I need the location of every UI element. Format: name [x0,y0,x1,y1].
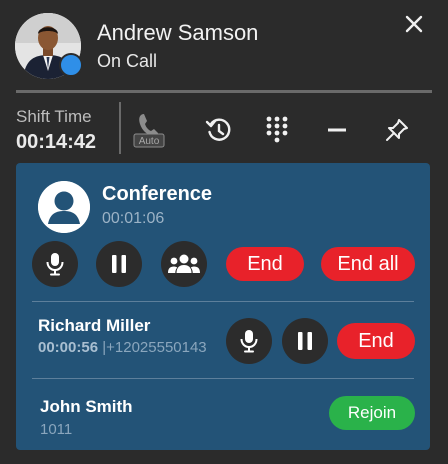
shift-time-label: Shift Time [16,107,92,126]
end-conference-button[interactable]: End [226,247,304,281]
participant-hold-button[interactable] [282,318,328,364]
participant-mute-button[interactable] [226,318,272,364]
conference-mute-button[interactable] [32,241,78,287]
participant-divider [32,378,414,379]
minimize-button[interactable] [320,113,354,147]
microphone-icon [240,330,258,353]
participant-duration: 00:00:56 [38,339,99,356]
participant-end-button[interactable]: End [337,323,415,359]
presence-indicator [59,53,83,77]
shift-time-value: 00:14:42 [16,131,97,153]
toolbar-separator [119,102,121,154]
conference-avatar [38,181,90,233]
pin-icon [386,119,408,141]
end-all-button[interactable]: End all [321,247,415,281]
active-call-panel: Conference 00:01:06 End End all Richard … [16,163,430,450]
header-divider [16,90,432,93]
participant-divider [32,301,414,302]
minimize-icon [328,128,346,132]
close-button[interactable] [400,10,428,38]
participant-extension: 1011 [40,421,73,438]
auto-answer-icon: Auto [133,114,165,148]
call-status: On Call [97,51,158,71]
history-icon [205,118,231,141]
close-icon [405,15,423,33]
agent-header: Andrew Samson On Call [0,0,448,90]
conference-duration: 00:01:06 [102,210,165,227]
auto-badge-label: Auto [139,136,160,147]
conference-title: Conference [102,183,213,205]
auto-answer-button[interactable]: Auto [130,113,172,148]
group-icon [168,254,200,273]
pause-icon [112,255,126,273]
dialpad-icon [266,116,288,143]
participant-name: Richard Miller [38,316,151,335]
pin-button[interactable] [380,113,414,147]
pause-icon [298,332,312,350]
user-silhouette-icon [38,181,90,233]
history-button[interactable] [202,113,236,147]
participant-number: +12025550143 [106,339,207,356]
conference-participants-button[interactable] [161,241,207,287]
rejoin-button[interactable]: Rejoin [329,396,415,430]
agent-name: Andrew Samson [97,20,259,45]
participant-details: 00:00:56 |+12025550143 [38,339,207,356]
dialpad-button[interactable] [260,113,294,147]
microphone-icon [46,253,64,276]
conference-hold-button[interactable] [96,241,142,287]
participant-name: John Smith [40,397,133,416]
